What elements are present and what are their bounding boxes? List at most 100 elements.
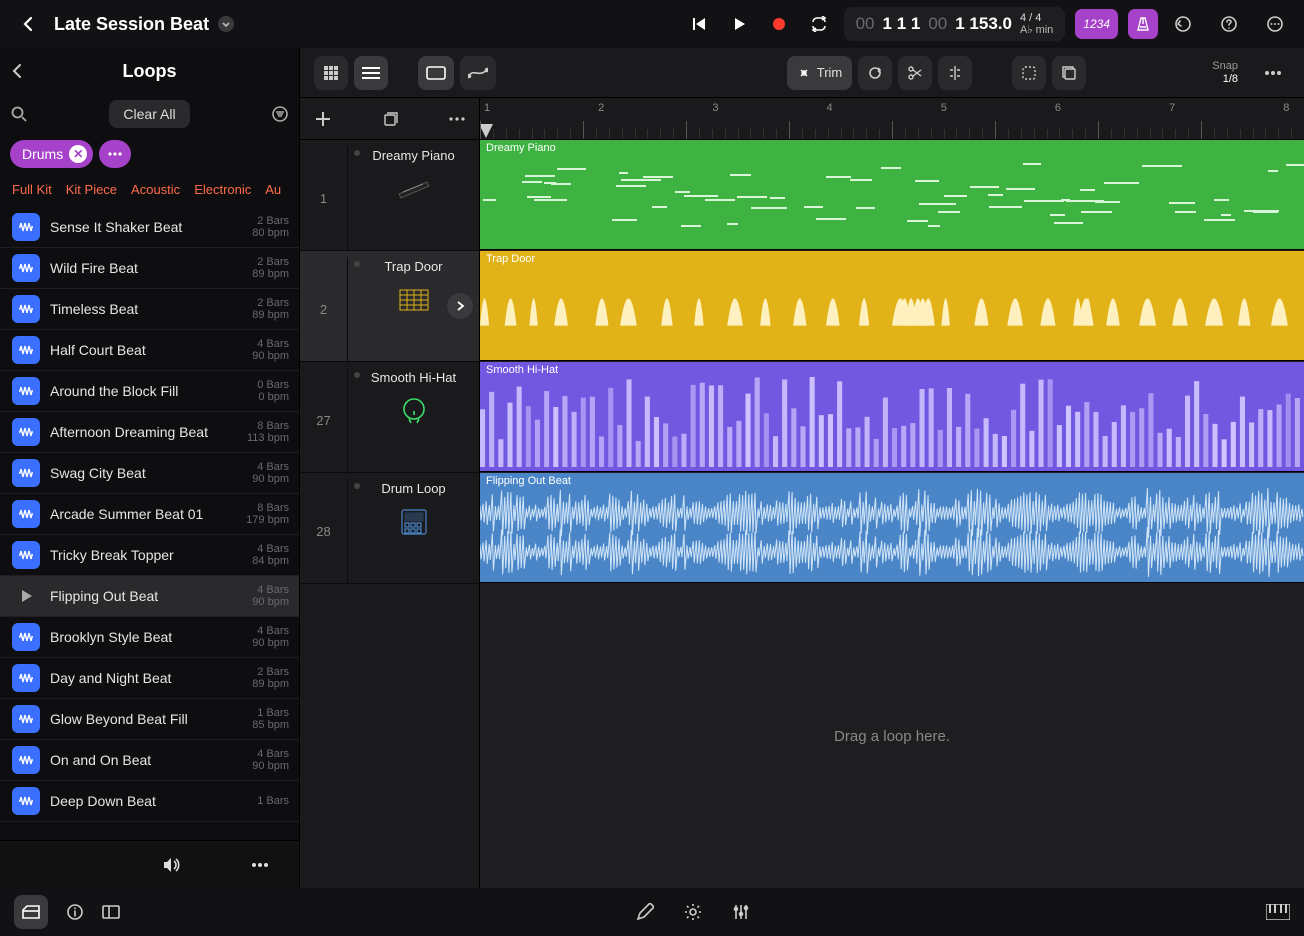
brightness-icon[interactable] — [684, 903, 702, 921]
automation-button[interactable] — [460, 56, 496, 90]
loop-tool-button[interactable] — [858, 56, 892, 90]
cycle-button[interactable] — [804, 9, 834, 39]
record-button[interactable] — [764, 9, 794, 39]
regions-area[interactable]: Drag a loop here. Dreamy PianoTrap DoorS… — [480, 140, 1304, 888]
loop-item[interactable]: Half Court Beat 4 Bars90 bpm — [0, 330, 299, 371]
play-icon[interactable] — [12, 582, 40, 610]
play-button[interactable] — [724, 9, 754, 39]
loop-item[interactable]: Flipping Out Beat 4 Bars90 bpm — [0, 576, 299, 617]
filter-tag-drums[interactable]: Drums ✕ — [10, 140, 93, 168]
loop-item[interactable]: Brooklyn Style Beat 4 Bars90 bpm — [0, 617, 299, 658]
track-expand-button[interactable] — [447, 293, 473, 319]
waveform-icon[interactable] — [12, 418, 40, 446]
undo-button[interactable] — [1168, 9, 1198, 39]
filter-circle-icon[interactable] — [271, 105, 289, 123]
clear-all-button[interactable]: Clear All — [109, 100, 189, 128]
loop-item[interactable]: Sense It Shaker Beat 2 Bars80 bpm — [0, 207, 299, 248]
waveform-icon[interactable] — [12, 213, 40, 241]
region[interactable]: Trap Door — [480, 251, 1304, 361]
count-in-button[interactable]: 1234 — [1075, 9, 1118, 39]
loop-item[interactable]: Deep Down Beat 1 Bars — [0, 781, 299, 822]
ruler[interactable]: 12345678 — [480, 98, 1304, 140]
waveform-icon[interactable] — [12, 541, 40, 569]
display-rect-button[interactable] — [418, 56, 454, 90]
subfilter-item[interactable]: Electronic — [194, 182, 251, 197]
waveform-icon[interactable] — [12, 459, 40, 487]
waveform-icon[interactable] — [12, 787, 40, 815]
region-label: Flipping Out Beat — [486, 475, 571, 487]
more-button[interactable] — [1260, 9, 1290, 39]
track-instrument-icon[interactable] — [394, 391, 434, 431]
loop-name: Day and Night Beat — [50, 670, 242, 686]
loop-item[interactable]: Arcade Summer Beat 01 8 Bars179 bpm — [0, 494, 299, 535]
loop-item[interactable]: On and On Beat 4 Bars90 bpm — [0, 740, 299, 781]
loop-item[interactable]: Glow Beyond Beat Fill 1 Bars85 bpm — [0, 699, 299, 740]
loop-item[interactable]: Tricky Break Topper 4 Bars84 bpm — [0, 535, 299, 576]
loop-item[interactable]: Swag City Beat 4 Bars90 bpm — [0, 453, 299, 494]
loop-meta: 1 Bars — [257, 795, 289, 807]
track-instrument-icon[interactable] — [394, 502, 434, 542]
project-menu-chevron-icon[interactable] — [217, 15, 235, 33]
loop-item[interactable]: Timeless Beat 2 Bars89 bpm — [0, 289, 299, 330]
filter-more-button[interactable] — [99, 140, 131, 168]
subfilter-item[interactable]: Full Kit — [12, 182, 52, 197]
clear-all-label: Clear All — [123, 106, 175, 122]
toolbar-more-button[interactable] — [1256, 56, 1290, 90]
waveform-icon[interactable] — [12, 705, 40, 733]
waveform-icon[interactable] — [12, 623, 40, 651]
split-tool-button[interactable] — [938, 56, 972, 90]
loop-name: Swag City Beat — [50, 465, 242, 481]
subfilter-item[interactable]: Kit Piece — [66, 182, 117, 197]
track-instrument-icon[interactable] — [394, 280, 434, 320]
sidebar-more-icon[interactable] — [251, 862, 269, 868]
waveform-icon[interactable] — [12, 295, 40, 323]
subfilter-item[interactable]: Acoustic — [131, 182, 180, 197]
track-header[interactable]: 2 Trap Door — [300, 251, 479, 362]
subfilter-item[interactable]: Au — [265, 182, 281, 197]
track-more-button[interactable] — [449, 117, 465, 121]
library-button[interactable] — [14, 895, 48, 929]
waveform-icon[interactable] — [12, 746, 40, 774]
info-button[interactable] — [66, 903, 84, 921]
lcd-display[interactable]: 00 1 1 1 00 1 153.0 4 / 4 A♭ min — [844, 7, 1066, 41]
region[interactable]: Dreamy Piano — [480, 140, 1304, 250]
search-icon[interactable] — [10, 105, 28, 123]
track-stack-button[interactable] — [382, 110, 400, 128]
loop-item[interactable]: Afternoon Dreaming Beat 8 Bars113 bpm — [0, 412, 299, 453]
loop-item[interactable]: Day and Night Beat 2 Bars89 bpm — [0, 658, 299, 699]
help-button[interactable] — [1214, 9, 1244, 39]
trim-tool-button[interactable]: Trim — [787, 56, 853, 90]
metronome-button[interactable] — [1128, 9, 1158, 39]
region[interactable]: Smooth Hi-Hat — [480, 362, 1304, 472]
panels-button[interactable] — [102, 905, 120, 919]
waveform-icon[interactable] — [12, 254, 40, 282]
waveform-icon[interactable] — [12, 336, 40, 364]
snap-value[interactable]: 1/8 — [1223, 73, 1238, 86]
loop-list[interactable]: Sense It Shaker Beat 2 Bars80 bpm Wild F… — [0, 207, 299, 840]
track-header[interactable]: 27 Smooth Hi-Hat — [300, 362, 479, 473]
keyboard-icon[interactable] — [1266, 904, 1290, 920]
loop-item[interactable]: Around the Block Fill 0 Bars0 bpm — [0, 371, 299, 412]
copy-tool-button[interactable] — [1052, 56, 1086, 90]
region[interactable]: Flipping Out Beat — [480, 473, 1304, 583]
volume-icon[interactable] — [161, 855, 181, 875]
track-header[interactable]: 1 Dreamy Piano — [300, 140, 479, 251]
add-track-button[interactable] — [314, 110, 332, 128]
pencil-icon[interactable] — [636, 903, 654, 921]
track-header[interactable]: 28 Drum Loop — [300, 473, 479, 584]
sidebar-back-button[interactable] — [10, 63, 26, 79]
view-grid-button[interactable] — [314, 56, 348, 90]
waveform-icon[interactable] — [12, 664, 40, 692]
scissors-tool-button[interactable] — [898, 56, 932, 90]
remove-tag-icon[interactable]: ✕ — [69, 145, 87, 163]
subfilter-row[interactable]: Full Kit Kit Piece Acoustic Electronic A… — [0, 174, 299, 207]
waveform-icon[interactable] — [12, 377, 40, 405]
marquee-tool-button[interactable] — [1012, 56, 1046, 90]
view-list-button[interactable] — [354, 56, 388, 90]
loop-item[interactable]: Wild Fire Beat 2 Bars89 bpm — [0, 248, 299, 289]
mixer-icon[interactable] — [732, 903, 750, 921]
waveform-icon[interactable] — [12, 500, 40, 528]
go-to-start-button[interactable] — [684, 9, 714, 39]
back-button[interactable] — [14, 9, 44, 39]
track-instrument-icon[interactable] — [394, 169, 434, 209]
